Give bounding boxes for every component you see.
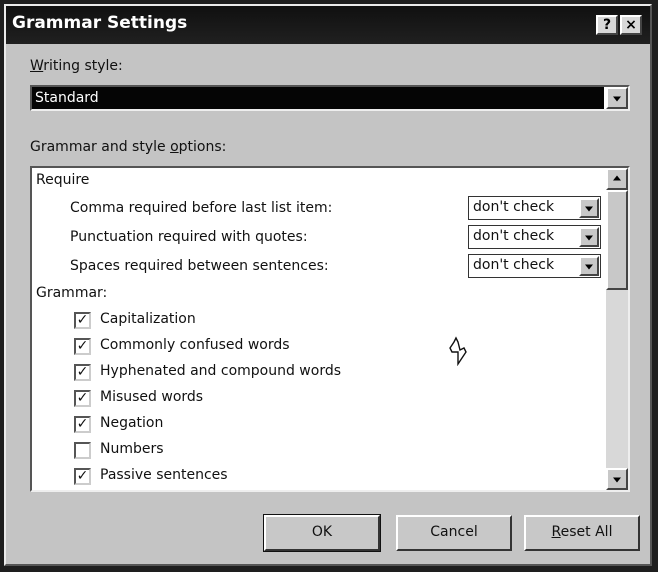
misused-words-checkbox[interactable]: ✓	[74, 390, 91, 407]
passive-sentences-checkbox[interactable]: ✓	[74, 468, 91, 485]
checkbox-label: Capitalization	[100, 311, 196, 327]
dropdown-arrow[interactable]	[579, 256, 599, 276]
scroll-up-button[interactable]	[606, 168, 628, 190]
writing-style-dropdown-button[interactable]	[606, 87, 628, 109]
cancel-button[interactable]: Cancel	[396, 515, 512, 551]
window-title: Grammar Settings	[12, 13, 188, 33]
ok-button[interactable]: OK	[263, 514, 381, 552]
checkbox-label: Hyphenated and compound words	[100, 363, 342, 379]
chevron-down-icon	[585, 235, 593, 241]
negation-checkbox[interactable]: ✓	[74, 416, 91, 433]
require-item-label: Punctuation required with quotes:	[70, 229, 308, 245]
grammar-options-list[interactable]: Require Comma required before last list …	[30, 166, 630, 492]
pointer-cursor-icon	[449, 336, 467, 366]
checkbox-label: Commonly confused words	[100, 337, 290, 353]
checkbox-label: Negation	[100, 415, 164, 431]
dropdown-arrow[interactable]	[579, 198, 599, 218]
select-value: don't check	[473, 257, 555, 273]
vertical-scrollbar[interactable]	[606, 168, 628, 490]
require-item-label: Spaces required between sentences:	[70, 258, 329, 274]
numbers-checkbox[interactable]	[74, 442, 91, 459]
writing-style-select[interactable]: Standard	[30, 85, 630, 111]
arrow-down-icon	[613, 477, 621, 483]
checkbox-label: Misused words	[100, 389, 204, 405]
help-button[interactable]: ?	[596, 15, 618, 35]
close-button[interactable]: ×	[620, 15, 642, 35]
dropdown-arrow[interactable]	[579, 227, 599, 247]
chevron-down-icon	[585, 206, 593, 212]
reset-all-button[interactable]: Reset All	[524, 515, 640, 551]
title-bar[interactable]: Grammar Settings ? ×	[6, 6, 650, 44]
punctuation-required-select[interactable]: don't check	[468, 225, 601, 249]
writing-style-label: Writing style:	[30, 58, 123, 74]
spaces-required-select[interactable]: don't check	[468, 254, 601, 278]
grammar-options-label: Grammar and style options:	[30, 139, 227, 155]
writing-style-value: Standard	[32, 87, 604, 109]
commonly-confused-checkbox[interactable]: ✓	[74, 338, 91, 355]
checkbox-label: Numbers	[100, 441, 164, 457]
require-item-label: Comma required before last list item:	[70, 200, 333, 216]
chevron-down-icon	[613, 96, 621, 102]
require-heading: Require	[36, 172, 90, 188]
comma-required-select[interactable]: don't check	[468, 196, 601, 220]
chevron-down-icon	[585, 264, 593, 270]
select-value: don't check	[473, 228, 555, 244]
checkbox-label: Passive sentences	[100, 467, 228, 483]
grammar-heading: Grammar:	[36, 285, 108, 301]
select-value: don't check	[473, 199, 555, 215]
arrow-up-icon	[613, 175, 621, 181]
scroll-thumb[interactable]	[606, 190, 628, 290]
capitalization-checkbox[interactable]: ✓	[74, 312, 91, 329]
grammar-settings-dialog: Grammar Settings ? × Writing style: Stan…	[4, 4, 652, 566]
scroll-down-button[interactable]	[606, 468, 628, 490]
hyphenated-checkbox[interactable]: ✓	[74, 364, 91, 381]
